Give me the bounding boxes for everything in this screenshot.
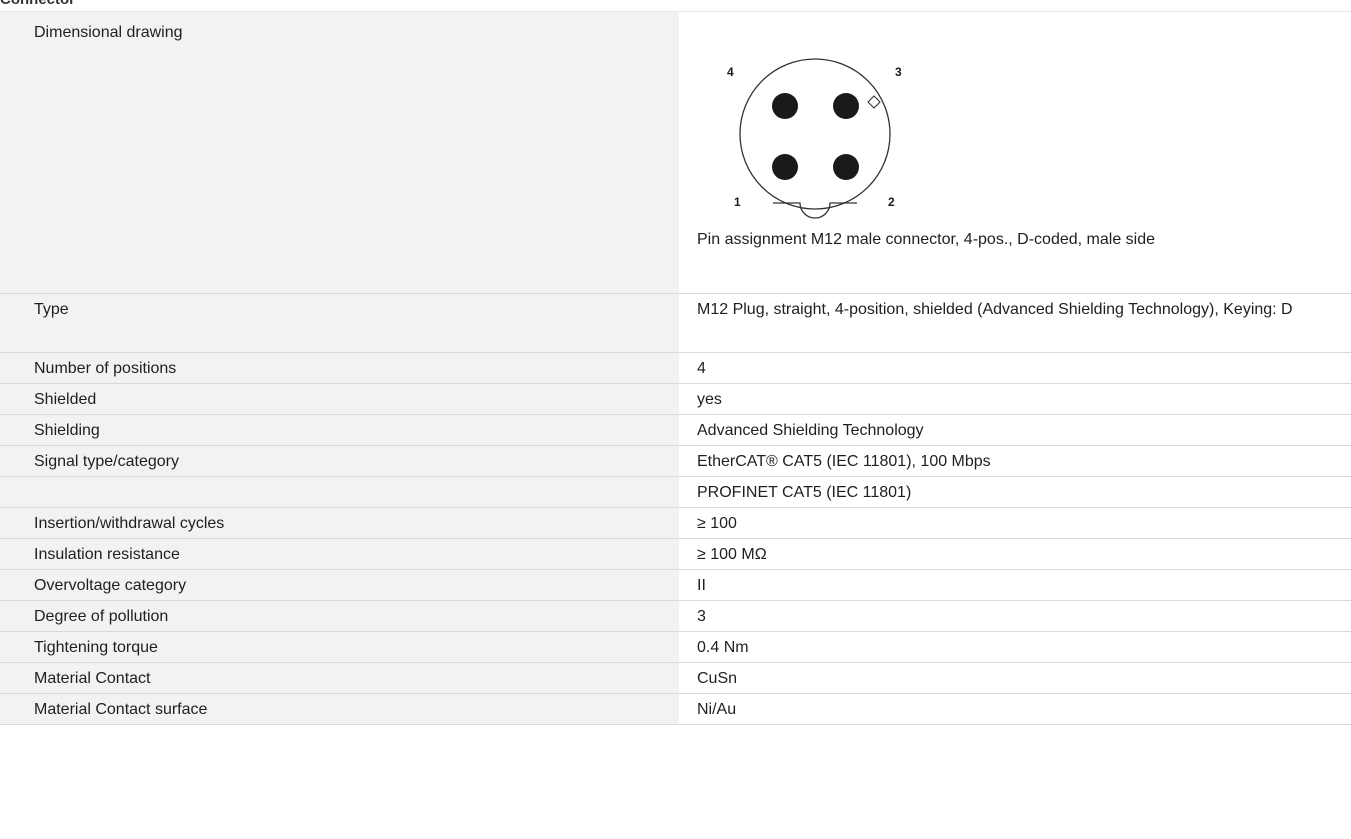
row-value: yes [679, 383, 1351, 415]
table-row: Material Contact surface Ni/Au [0, 693, 1351, 725]
table-row: PROFINET CAT5 (IEC 11801) [0, 476, 1351, 508]
table-row: Degree of pollution 3 [0, 600, 1351, 632]
table-row: Type M12 Plug, straight, 4-position, shi… [0, 293, 1351, 353]
table-row: Signal type/category EtherCAT® CAT5 (IEC… [0, 445, 1351, 477]
table-row: Insertion/withdrawal cycles ≥ 100 [0, 507, 1351, 539]
row-key: Shielded [0, 383, 679, 415]
drawing-caption: Pin assignment M12 male connector, 4-pos… [697, 231, 1156, 248]
row-value: PROFINET CAT5 (IEC 11801) [679, 476, 1351, 508]
row-value: 0.4 Nm [679, 631, 1351, 663]
row-value: ≥ 100 MΩ [679, 538, 1351, 570]
row-key: Insertion/withdrawal cycles [0, 507, 679, 539]
row-value: EtherCAT® CAT5 (IEC 11801), 100 Mbps [679, 445, 1351, 477]
row-value: Advanced Shielding Technology [679, 414, 1351, 446]
table-row: Material Contact CuSn [0, 662, 1351, 694]
row-key: Insulation resistance [0, 538, 679, 570]
row-key: Number of positions [0, 352, 679, 384]
row-value: Ni/Au [679, 693, 1351, 725]
row-value: 3 [679, 600, 1351, 632]
table-row: Shielded yes [0, 383, 1351, 415]
pin-label-3: 3 [895, 65, 902, 79]
row-key: Material Contact surface [0, 693, 679, 725]
pin-assignment-drawing: 4 3 1 2 [727, 58, 902, 219]
row-key [0, 476, 679, 508]
row-value: 4 [679, 352, 1351, 384]
spec-table: Dimensional drawing 4 3 1 2 Pin assignme… [0, 12, 1351, 725]
table-row: Shielding Advanced Shielding Technology [0, 414, 1351, 446]
row-key: Material Contact [0, 662, 679, 694]
pin-label-4: 4 [727, 65, 734, 79]
row-key: Tightening torque [0, 631, 679, 663]
row-value: M12 Plug, straight, 4-position, shielded… [679, 293, 1351, 353]
drawing-label: Dimensional drawing [0, 12, 679, 294]
drawing-cell: 4 3 1 2 Pin assignment M12 male connecto… [679, 12, 1351, 294]
pin-label-1: 1 [734, 195, 741, 209]
pin-label-2: 2 [888, 195, 895, 209]
row-key: Type [0, 293, 679, 353]
row-key: Overvoltage category [0, 569, 679, 601]
row-value: ≥ 100 [679, 507, 1351, 539]
section-title: Connector [0, 0, 1351, 12]
table-row: Number of positions 4 [0, 352, 1351, 384]
row-key: Signal type/category [0, 445, 679, 477]
table-row: Tightening torque 0.4 Nm [0, 631, 1351, 663]
table-row: Overvoltage category II [0, 569, 1351, 601]
row-key: Degree of pollution [0, 600, 679, 632]
section-title-text: Connector [0, 0, 75, 8]
row-key: Shielding [0, 414, 679, 446]
row-value: CuSn [679, 662, 1351, 694]
table-row: Insulation resistance ≥ 100 MΩ [0, 538, 1351, 570]
table-row-drawing: Dimensional drawing 4 3 1 2 Pin assignme… [0, 12, 1351, 294]
row-value: II [679, 569, 1351, 601]
